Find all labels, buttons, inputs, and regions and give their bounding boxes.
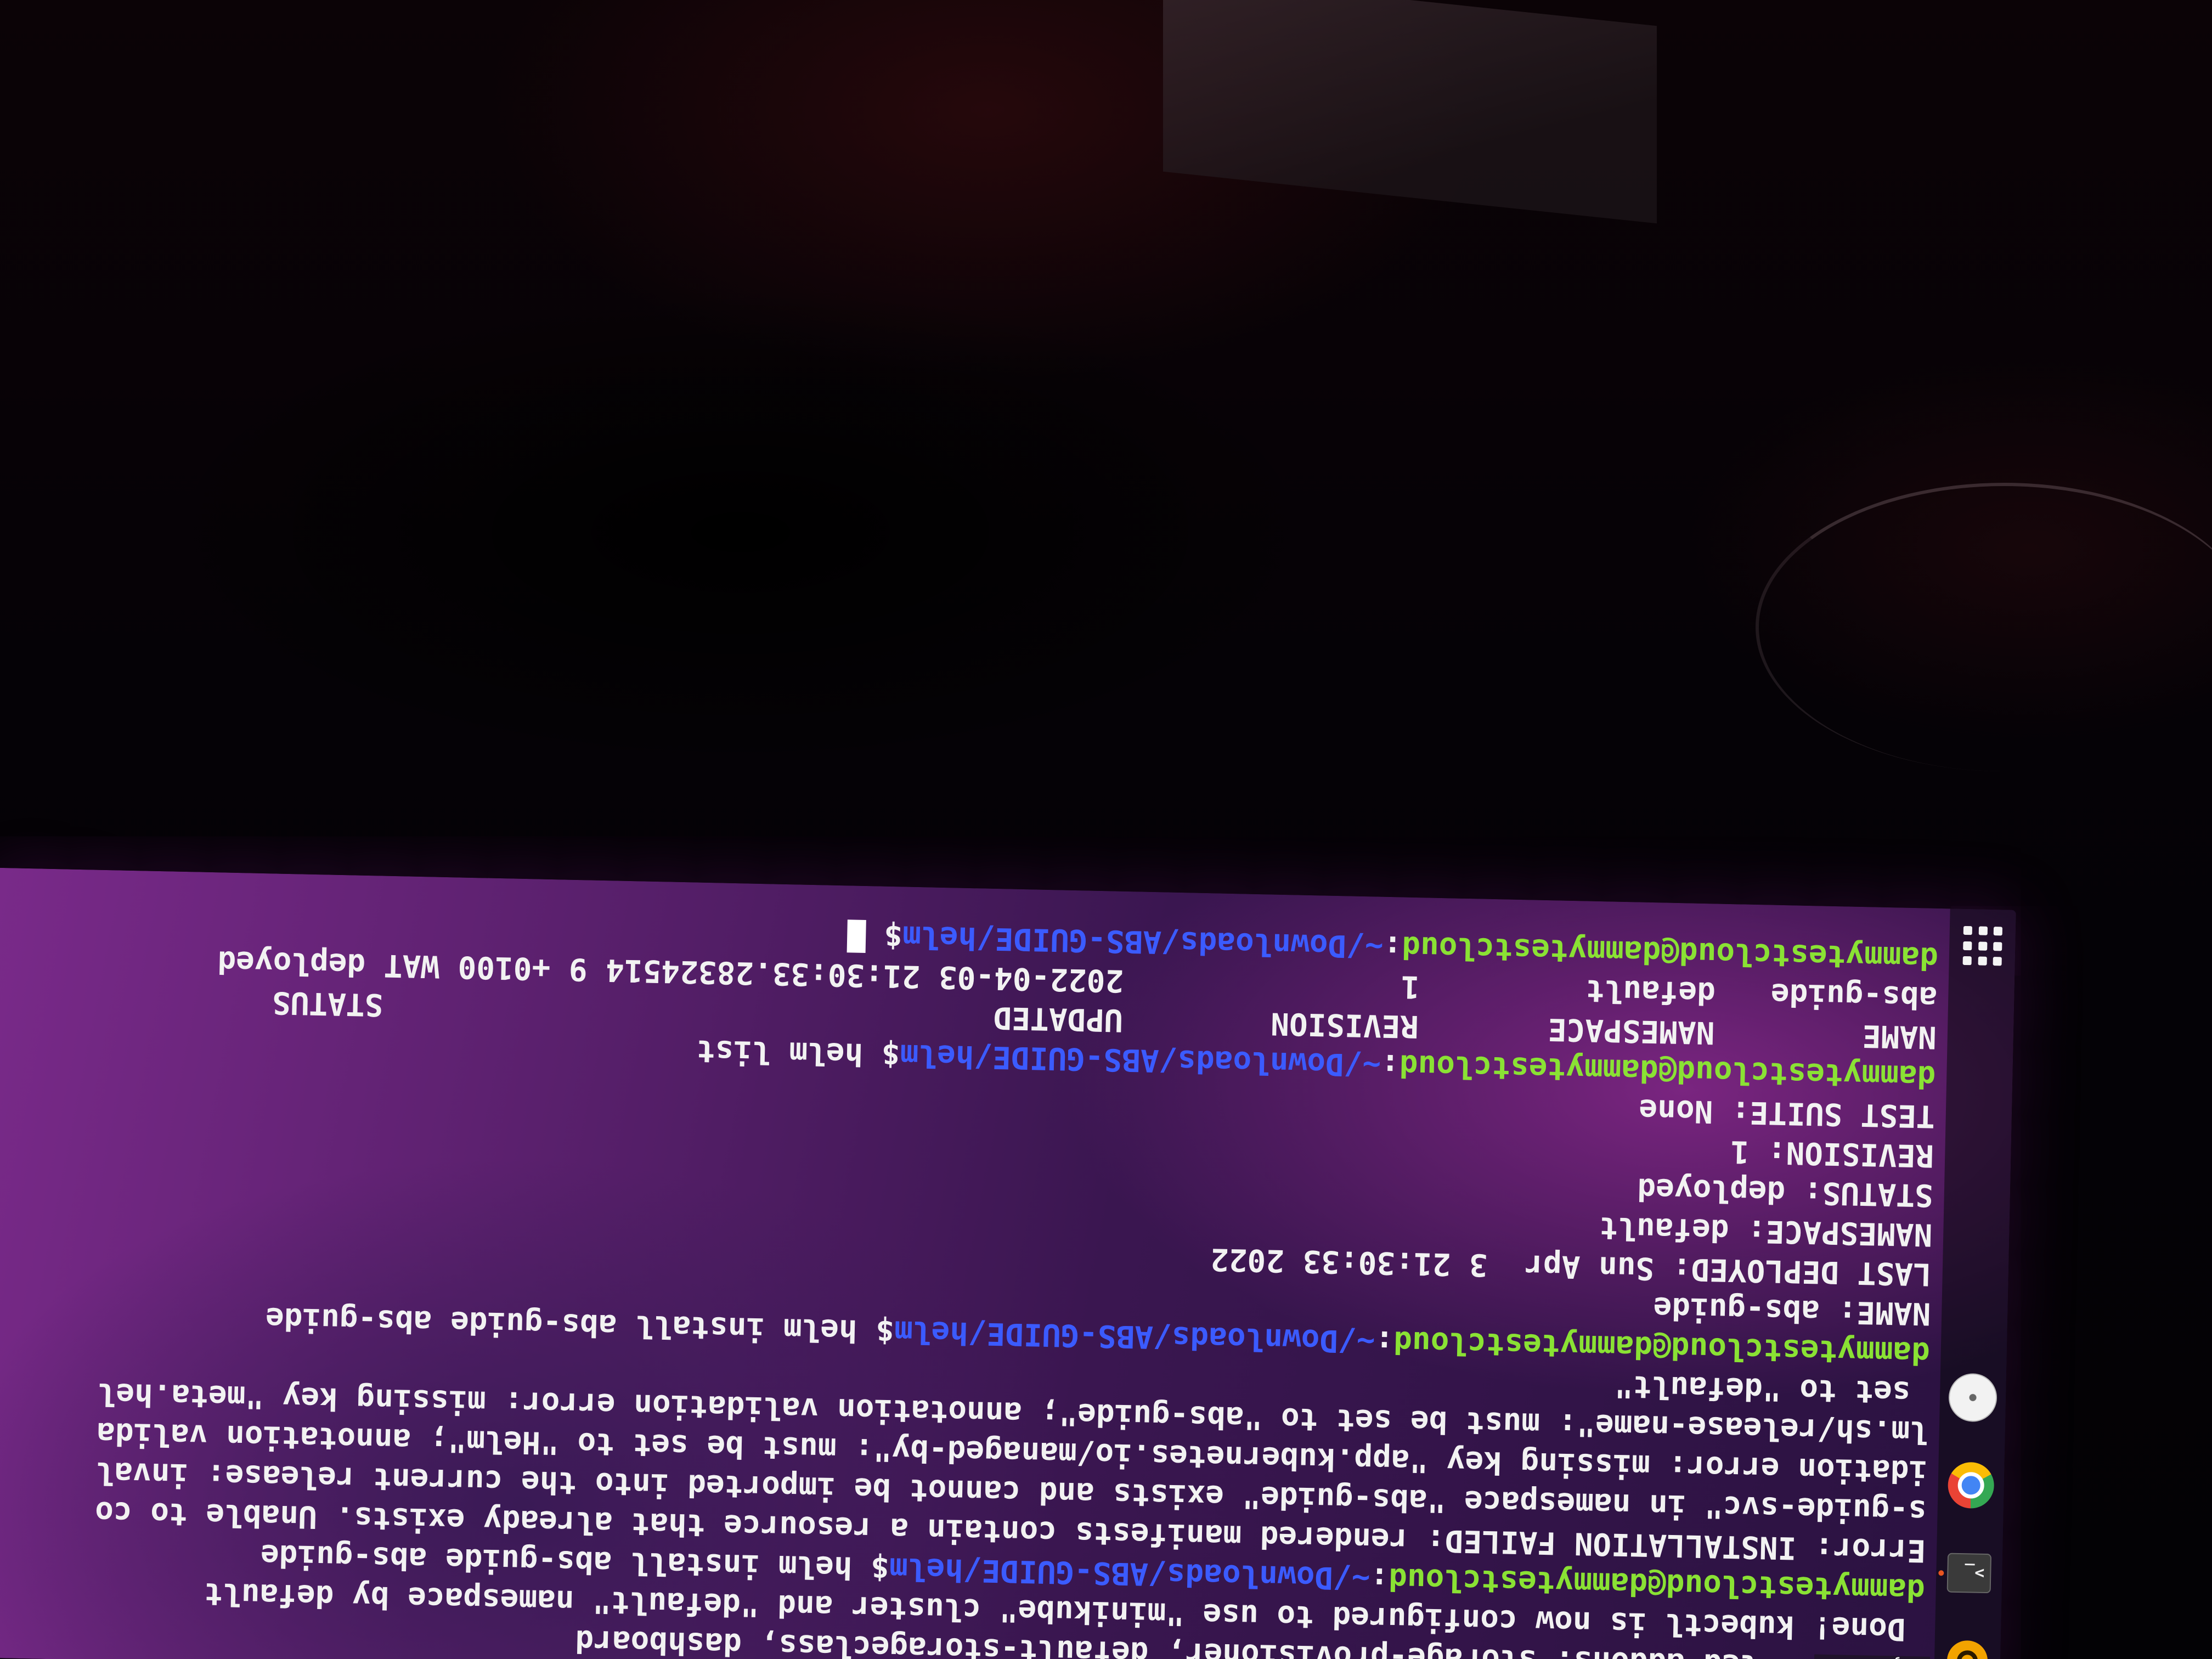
chrome-icon [1947, 1462, 1995, 1509]
running-indicator [1938, 1570, 1944, 1576]
rhythmbox-launcher[interactable] [1939, 1633, 1995, 1659]
disc-icon [1948, 1373, 1997, 1423]
paper-sheet [1163, 0, 1657, 224]
chrome-launcher[interactable] [1943, 1457, 1999, 1513]
terminal-icon: >_ [1946, 1553, 1992, 1594]
command-text: helm list [696, 1032, 864, 1072]
terminal-launcher[interactable]: >_ [1938, 1545, 1997, 1601]
terminal-cursor [847, 919, 866, 953]
terminal-output[interactable]: led addons: storage-provisioner, default… [0, 867, 1939, 1659]
monitor-screen: >_ Rhythmbox led addons: storage-provisi… [0, 867, 2016, 1659]
disc-launcher[interactable] [1945, 1369, 2001, 1425]
headphone-cable [1756, 483, 2212, 771]
background-shadow [137, 285, 1344, 779]
rhythmbox-icon [1946, 1640, 1988, 1659]
show-apps-icon[interactable] [1962, 926, 2003, 966]
photo-scene: >_ Rhythmbox led addons: storage-provisi… [0, 0, 2212, 1659]
